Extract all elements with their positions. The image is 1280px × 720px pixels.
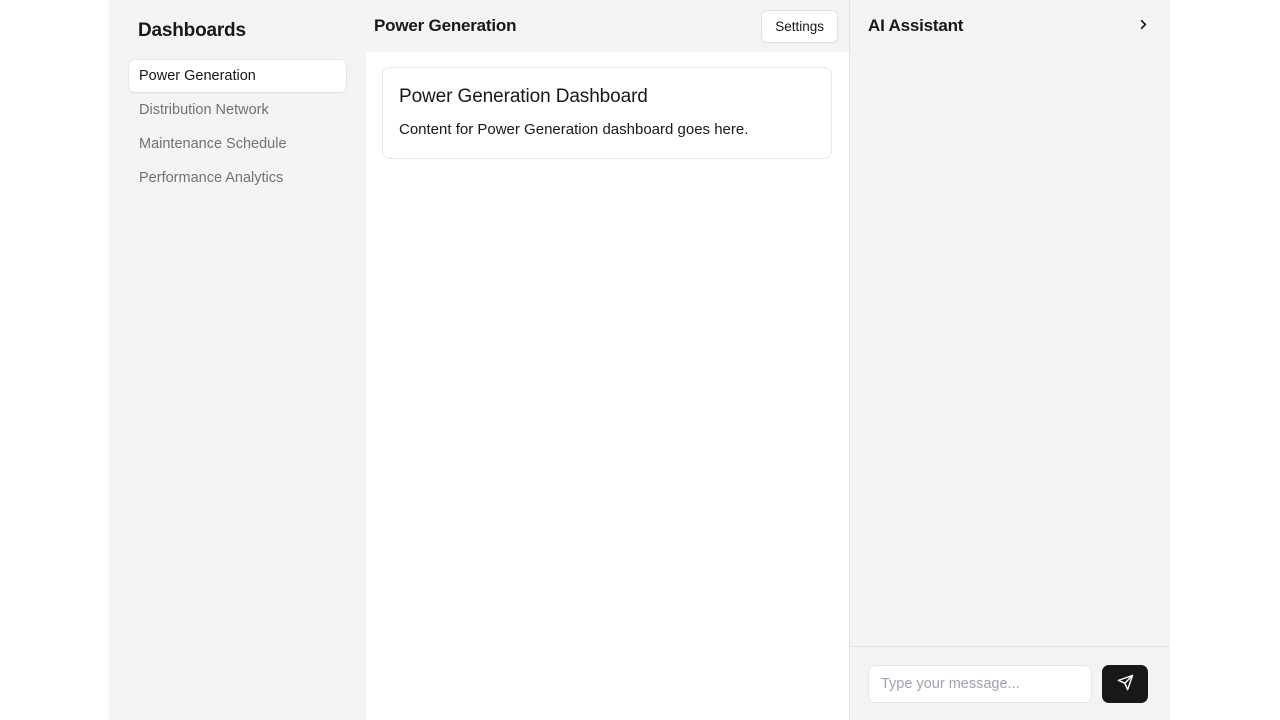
main-header: Power Generation Settings <box>366 0 849 52</box>
settings-button[interactable]: Settings <box>761 9 838 43</box>
collapse-panel-button[interactable] <box>1132 13 1155 39</box>
sidebar-title: Dashboards <box>138 20 246 41</box>
chevron-right-icon <box>1136 17 1151 35</box>
dashboard-card: Power Generation Dashboard Content for P… <box>382 67 832 159</box>
main-body: Power Generation Dashboard Content for P… <box>366 52 849 720</box>
sidebar-item-distribution-network[interactable]: Distribution Network <box>129 94 346 126</box>
page-title: Power Generation <box>374 16 517 35</box>
main-content-area: Power Generation Settings Power Generati… <box>366 0 849 720</box>
sidebar-item-label: Maintenance Schedule <box>139 136 287 152</box>
sidebar-item-label: Distribution Network <box>139 102 269 118</box>
sidebar-item-label: Performance Analytics <box>139 170 284 186</box>
send-icon <box>1117 674 1134 694</box>
sidebar: Dashboards Power Generation Distribution… <box>109 0 366 720</box>
dashboard-card-title: Power Generation Dashboard <box>399 86 648 107</box>
chat-message-input[interactable] <box>868 664 1092 703</box>
ai-input-bar <box>850 646 1170 720</box>
sidebar-item-label: Power Generation <box>139 68 256 84</box>
ai-assistant-title: AI Assistant <box>868 16 964 35</box>
ai-message-list <box>850 52 1170 646</box>
send-message-button[interactable] <box>1102 664 1148 703</box>
sidebar-item-maintenance-schedule[interactable]: Maintenance Schedule <box>129 128 346 160</box>
app-shell: Dashboards Power Generation Distribution… <box>109 0 1170 720</box>
sidebar-item-performance-analytics[interactable]: Performance Analytics <box>129 162 346 194</box>
sidebar-item-power-generation[interactable]: Power Generation <box>129 60 346 92</box>
sidebar-nav: Power Generation Distribution Network Ma… <box>129 60 346 194</box>
ai-assistant-panel: AI Assistant <box>849 0 1170 720</box>
dashboard-card-body: Content for Power Generation dashboard g… <box>399 121 749 138</box>
ai-assistant-header: AI Assistant <box>850 0 1170 52</box>
